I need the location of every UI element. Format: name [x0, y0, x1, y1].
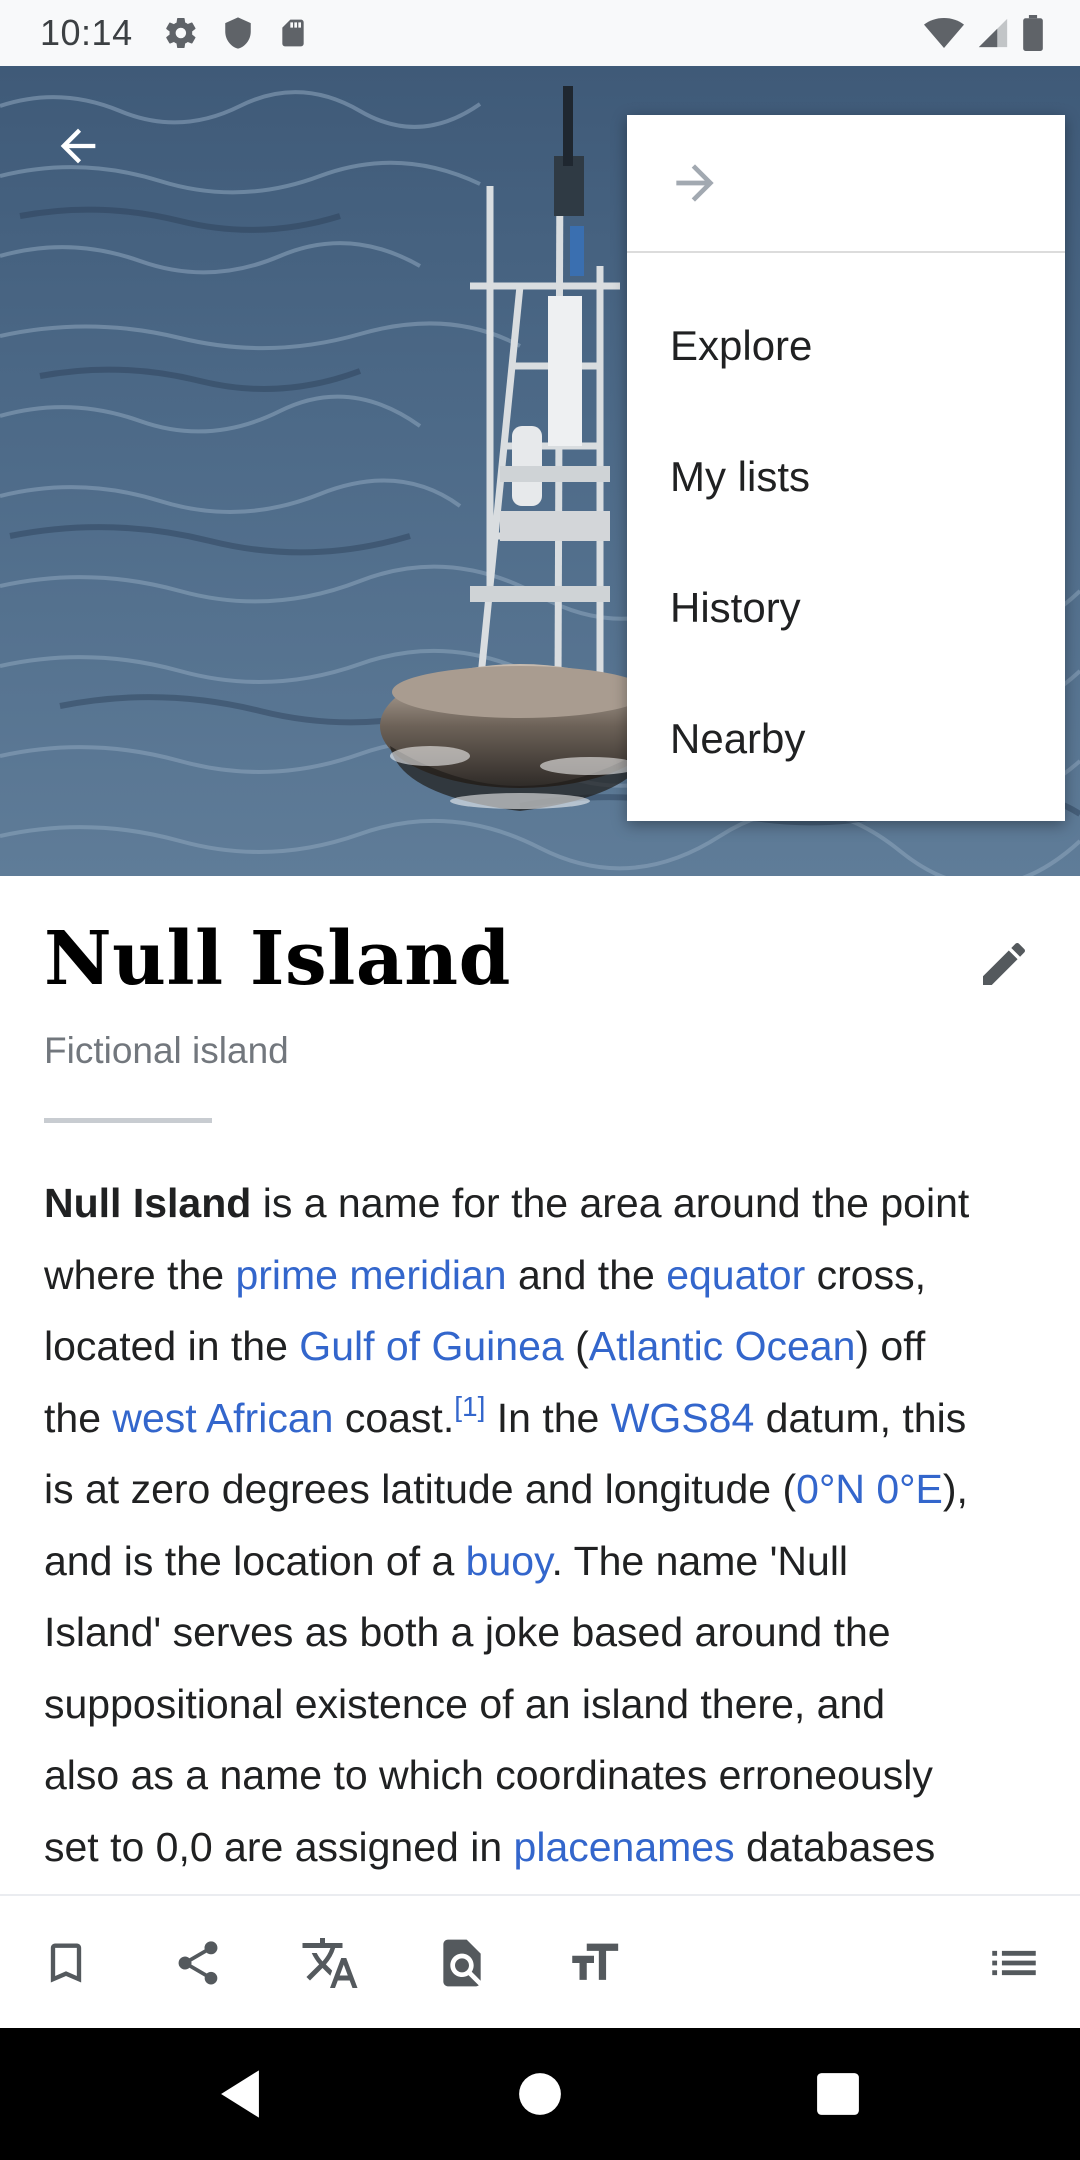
body-text: (	[563, 1323, 589, 1369]
system-nav-bar	[0, 2028, 1080, 2160]
signal-icon	[976, 16, 1010, 50]
header-divider	[44, 1118, 212, 1123]
article-link[interactable]: buoy	[466, 1538, 552, 1584]
text-size-button[interactable]	[544, 1896, 644, 2030]
bold-text: Null Island	[44, 1180, 252, 1226]
article-link[interactable]: equator	[666, 1252, 805, 1298]
pencil-icon	[983, 942, 1026, 985]
article-title: Null Island	[44, 916, 511, 1002]
article-link[interactable]: WGS84	[611, 1395, 755, 1441]
contents-button[interactable]	[964, 1896, 1064, 2030]
body-line: Island' serves as both a joke based arou…	[44, 1597, 1044, 1669]
body-line: also as a name to which coordinates erro…	[44, 1740, 1044, 1812]
status-bar: 10:14	[0, 0, 1080, 66]
body-text: is at zero degrees latitude and longitud…	[44, 1466, 797, 1512]
nav-recents-button[interactable]	[798, 2054, 878, 2134]
body-text: databases	[734, 1823, 936, 1870]
find-in-page-button[interactable]	[412, 1896, 512, 2030]
body-line: suppositional existence of an island the…	[44, 1669, 1044, 1741]
body-text: . The name 'Null	[551, 1537, 849, 1584]
article-link[interactable]: Gulf of Guinea	[299, 1323, 563, 1369]
status-icons-left	[163, 15, 309, 51]
arrow-back-icon	[60, 128, 96, 164]
text-size-icon	[572, 1943, 619, 1980]
article-description: Fictional island	[44, 1030, 289, 1071]
back-triangle-icon	[221, 2070, 259, 2118]
article-link[interactable]: 0°N 0°E	[796, 1466, 943, 1512]
article-body: Null Island is a name for the area aroun…	[44, 1168, 1044, 1883]
body-text: ),	[942, 1466, 968, 1512]
back-button[interactable]	[40, 108, 116, 184]
body-text: suppositional existence of an island the…	[44, 1680, 886, 1727]
home-circle-icon	[519, 2073, 561, 2115]
body-text: the	[44, 1394, 113, 1441]
body-line: is at zero degrees latitude and longitud…	[44, 1454, 1044, 1526]
status-time: 10:14	[40, 12, 133, 53]
forward-button[interactable]	[627, 115, 1065, 253]
body-text: where the	[44, 1251, 236, 1298]
menu-items: Explore My lists History Nearby	[627, 253, 1065, 804]
gear-icon	[163, 15, 199, 51]
menu-item-nearby[interactable]: Nearby	[627, 673, 1065, 804]
body-line: Null Island is a name for the area aroun…	[44, 1168, 1044, 1240]
nav-home-button[interactable]	[500, 2054, 580, 2134]
bookmark-button[interactable]	[16, 1896, 116, 2030]
shield-icon	[221, 16, 255, 50]
body-line: the west African coast.[1] In the WGS84 …	[44, 1383, 1044, 1455]
language-button[interactable]	[280, 1896, 380, 2030]
article-link[interactable]: west African	[112, 1395, 333, 1441]
recents-square-icon	[817, 2073, 859, 2115]
article-link[interactable]: Atlantic Ocean	[589, 1323, 856, 1369]
body-text: and is the location of a	[44, 1537, 466, 1584]
body-text: and the	[506, 1251, 667, 1298]
body-line: and is the location of a buoy. The name …	[44, 1526, 1044, 1598]
find-in-page-icon	[443, 1939, 481, 1987]
menu-item-my-lists[interactable]: My lists	[627, 411, 1065, 542]
body-text: cross,	[805, 1251, 926, 1298]
status-icons-right	[924, 0, 1044, 66]
body-text: is a name for the area around the point	[251, 1180, 970, 1226]
translate-icon	[302, 1938, 358, 1988]
body-line: located in the Gulf of Guinea (Atlantic …	[44, 1311, 1044, 1383]
body-line: set to 0,0 are assigned in placenames da…	[44, 1812, 1044, 1884]
menu-item-explore[interactable]: Explore	[627, 280, 1065, 411]
article-link[interactable]: prime meridian	[235, 1252, 506, 1298]
sd-card-icon	[277, 16, 309, 50]
battery-icon	[1022, 15, 1044, 51]
body-text: datum, this	[754, 1394, 967, 1441]
bookmark-icon	[50, 1943, 82, 1983]
contents-icon	[992, 1950, 1036, 1976]
nav-back-button[interactable]	[200, 2054, 280, 2134]
body-text: also as a name to which coordinates erro…	[44, 1752, 933, 1798]
body-text: located in the	[44, 1323, 300, 1369]
wifi-icon	[924, 16, 964, 50]
edit-button[interactable]	[968, 928, 1040, 1000]
body-line: where the prime meridian and the equator…	[44, 1240, 1044, 1312]
share-icon	[178, 1941, 218, 1985]
citation-link[interactable]: [1]	[454, 1391, 485, 1422]
body-text: ) off	[855, 1323, 926, 1369]
arrow-forward-icon	[676, 164, 714, 202]
body-text: Island' serves as both a joke based arou…	[44, 1609, 891, 1655]
overflow-menu: Explore My lists History Nearby	[627, 115, 1065, 821]
article-link[interactable]: placenames	[514, 1824, 735, 1870]
body-text: set to 0,0 are assigned in	[44, 1823, 514, 1870]
article-toolbar	[0, 1894, 1080, 2028]
menu-item-history[interactable]: History	[627, 542, 1065, 673]
body-text: In the	[485, 1394, 611, 1441]
share-button[interactable]	[148, 1896, 248, 2030]
body-text: coast.	[333, 1394, 455, 1441]
